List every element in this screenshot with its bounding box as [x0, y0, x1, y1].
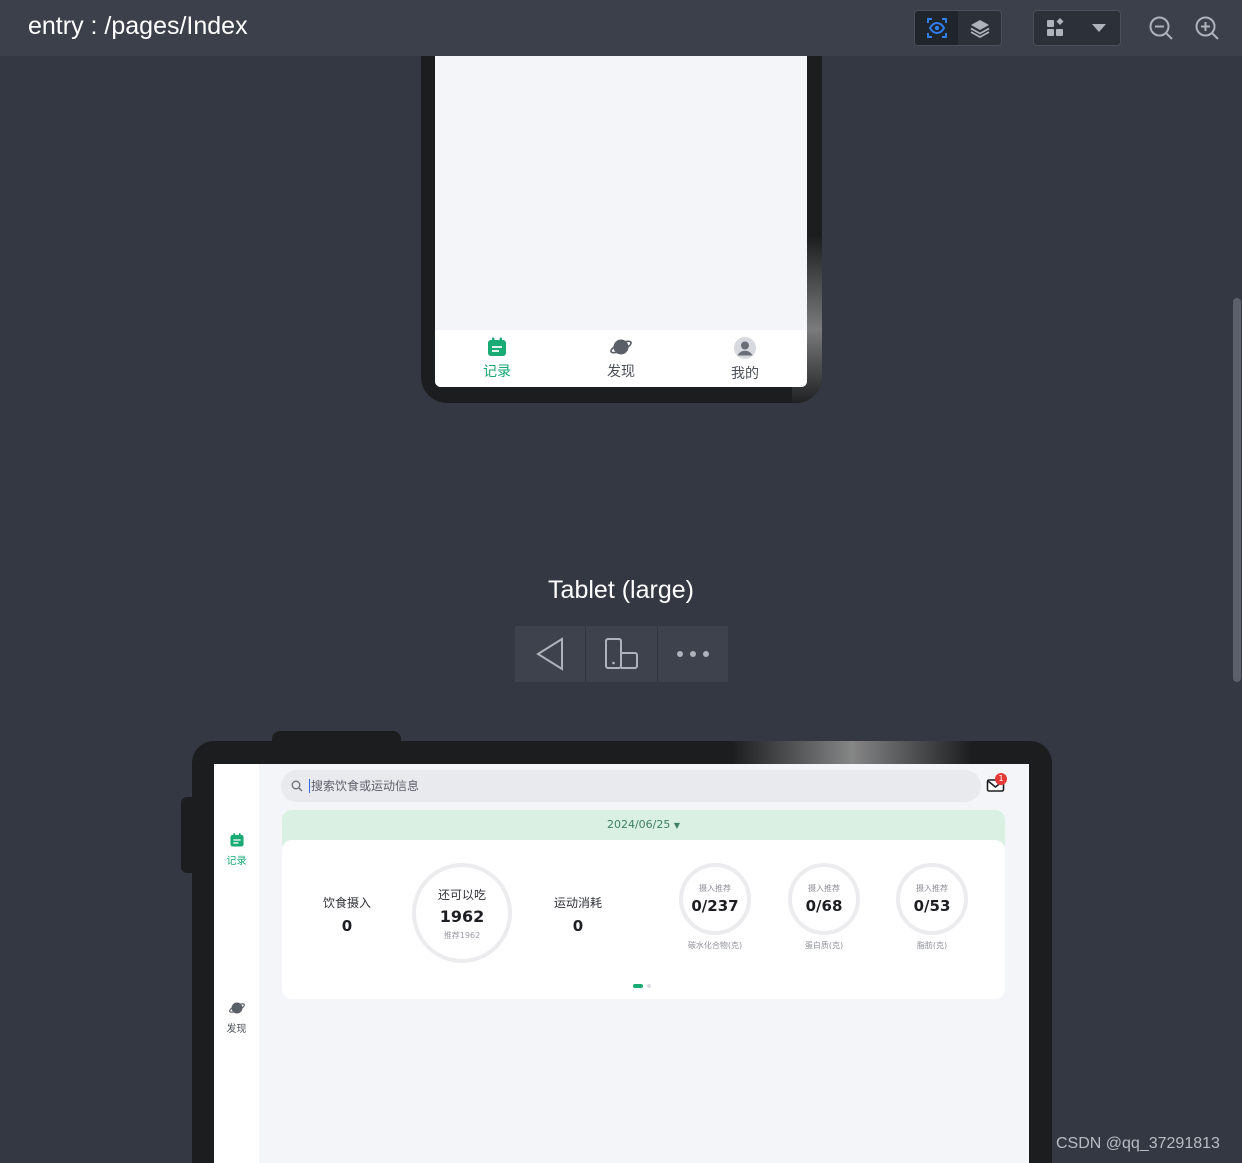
tab-record-label: 记录: [483, 364, 511, 380]
page-indicator[interactable]: [633, 984, 651, 988]
chevron-down-icon: ▼: [673, 821, 681, 830]
phone-screen: 记录 发现 我的: [435, 56, 807, 387]
exercise-value: 0: [572, 917, 584, 935]
vertical-scrollbar[interactable]: [1233, 298, 1241, 682]
selected-date: 2024/06/25: [606, 818, 671, 831]
planet-icon: [610, 339, 632, 355]
sidebar-item-record[interactable]: 记录: [214, 832, 259, 867]
tab-discover[interactable]: 发现: [559, 330, 683, 387]
intake-label: 饮食摄入: [322, 896, 371, 910]
daily-summary-card: 饮食摄入 0 还可以吃 1962 推荐1962 运动消耗 0 摄入推荐 0/23…: [282, 840, 1005, 999]
tab-discover-label: 发现: [607, 364, 635, 380]
protein-label: 蛋白质(克): [804, 941, 844, 950]
widgets-icon[interactable]: [1034, 11, 1077, 45]
sidebar-item-label: 发现: [226, 1024, 247, 1035]
back-triangle-icon[interactable]: [515, 626, 587, 682]
more-dots-icon[interactable]: [658, 626, 728, 682]
intake-stat: 饮食摄入 0: [312, 894, 382, 935]
inspect-mode-group: [914, 10, 1002, 46]
zoom-in-icon[interactable]: [1194, 15, 1220, 41]
phone-tab-bar: 记录 发现 我的: [435, 330, 807, 387]
search-input[interactable]: 搜索饮食或运动信息: [281, 770, 981, 802]
record-calendar-icon: [229, 833, 244, 847]
tab-mine-label: 我的: [731, 366, 759, 382]
sidebar-item-label: 记录: [226, 856, 247, 867]
mail-button[interactable]: 1: [986, 773, 1007, 793]
protein-ring: 摄入推荐 0/68: [788, 863, 860, 935]
exercise-label: 运动消耗: [553, 896, 602, 910]
intake-value: 0: [341, 917, 353, 935]
eye-scan-icon[interactable]: [915, 11, 958, 45]
zoom-out-icon[interactable]: [1148, 15, 1174, 41]
tablet-device-frame: 记录 发现 搜索饮食或运动信息 1 2024/06/25 ▼ 饮食摄入 0 还可…: [192, 741, 1052, 1163]
tablet-sidebar: 记录 发现: [214, 764, 259, 1163]
carbs-label: 碳水化合物(克): [687, 941, 743, 950]
sidebar-item-discover[interactable]: 发现: [214, 1000, 259, 1035]
previewer-toolbar: entry : /pages/Index: [0, 0, 1242, 56]
component-tree-group: [1033, 10, 1121, 46]
planet-icon: [228, 1002, 245, 1014]
user-avatar-icon: [734, 337, 756, 359]
fat-label: 脂肪(克): [916, 941, 948, 950]
recommend-text: 推荐1962: [443, 930, 481, 940]
record-calendar-icon: [488, 337, 506, 356]
page-dot[interactable]: [647, 984, 651, 988]
exercise-stat: 运动消耗 0: [543, 894, 613, 935]
ring-title: 摄入推荐: [916, 884, 948, 893]
tab-mine[interactable]: 我的: [683, 330, 807, 387]
tablet-screen: 记录 发现 搜索饮食或运动信息 1 2024/06/25 ▼ 饮食摄入 0 还可…: [214, 764, 1029, 1163]
layers-icon[interactable]: [958, 11, 1001, 45]
dropdown-icon[interactable]: [1077, 11, 1120, 45]
frame-glare: [732, 741, 972, 765]
page-dot-active[interactable]: [633, 984, 643, 988]
page-path-title: entry : /pages/Index: [28, 12, 248, 40]
tab-record[interactable]: 记录: [435, 330, 559, 387]
remaining-calories-ring: 还可以吃 1962 推荐1962: [412, 863, 512, 963]
device-controls: [515, 626, 728, 682]
fat-ring: 摄入推荐 0/53: [896, 863, 968, 935]
carbs-value: 0/237: [691, 897, 739, 915]
notification-badge: 1: [995, 773, 1007, 785]
remaining-value: 1962: [439, 906, 485, 926]
fat-value: 0/53: [913, 897, 951, 915]
remaining-label: 还可以吃: [437, 887, 486, 902]
ring-title: 摄入推荐: [808, 884, 840, 893]
rotate-device-icon[interactable]: [586, 626, 658, 682]
search-icon: [291, 780, 303, 792]
watermark: CSDN @qq_37291813: [1056, 1135, 1220, 1152]
carbs-ring: 摄入推荐 0/237: [679, 863, 751, 935]
search-placeholder: 搜索饮食或运动信息: [309, 779, 420, 793]
ring-title: 摄入推荐: [699, 884, 731, 893]
device-name-label: Tablet (large): [548, 576, 694, 604]
protein-value: 0/68: [805, 897, 843, 915]
phone-device-frame: 记录 发现 我的: [421, 56, 822, 403]
